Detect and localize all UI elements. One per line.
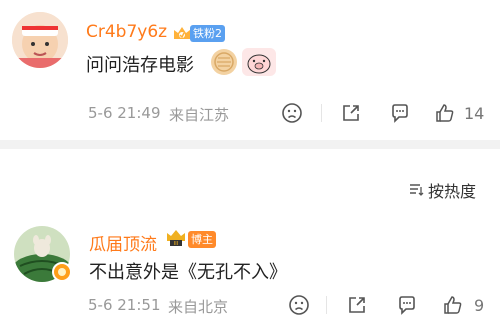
sad-emoji-icon[interactable] <box>281 102 303 124</box>
crown-level-icon: III <box>167 230 185 247</box>
comment-text: 问问浩存电影 <box>86 55 194 76</box>
pig-emoji-icon <box>242 48 276 76</box>
cookie-emoji-icon <box>211 49 237 75</box>
like-icon[interactable] <box>434 102 456 124</box>
crown-icon <box>174 27 190 39</box>
like-count: 14 <box>464 104 485 123</box>
share-icon[interactable] <box>346 294 368 316</box>
comment-icon[interactable] <box>396 294 418 316</box>
author-badge: 博主 <box>188 231 216 248</box>
username[interactable]: Cr4b7y6z <box>86 22 167 42</box>
verified-badge-icon <box>52 262 72 282</box>
sort-icon <box>410 184 424 196</box>
like-count: 9 <box>474 296 485 315</box>
fan-badge: 铁粉2 <box>190 25 225 42</box>
comment-time: 5-6 21:51 <box>88 296 161 314</box>
divider <box>326 296 327 314</box>
svg-text:III: III <box>174 241 179 247</box>
sad-emoji-icon[interactable] <box>288 294 310 316</box>
share-icon[interactable] <box>340 102 362 124</box>
sort-button[interactable]: 按热度 <box>408 178 492 201</box>
avatar-image <box>12 12 68 68</box>
avatar[interactable] <box>12 12 68 68</box>
comment-location: 来自江苏 <box>169 106 230 124</box>
comment-text: 不出意外是《无孔不入》 <box>89 262 287 283</box>
comment-icon[interactable] <box>389 102 411 124</box>
divider <box>321 104 322 122</box>
section-separator <box>0 140 500 149</box>
username[interactable]: 瓜届顶流 <box>89 230 157 255</box>
comment-time: 5-6 21:49 <box>88 104 161 122</box>
sort-label: 按热度 <box>428 182 477 201</box>
comment-location: 来自北京 <box>168 298 229 316</box>
like-icon[interactable] <box>442 294 464 316</box>
